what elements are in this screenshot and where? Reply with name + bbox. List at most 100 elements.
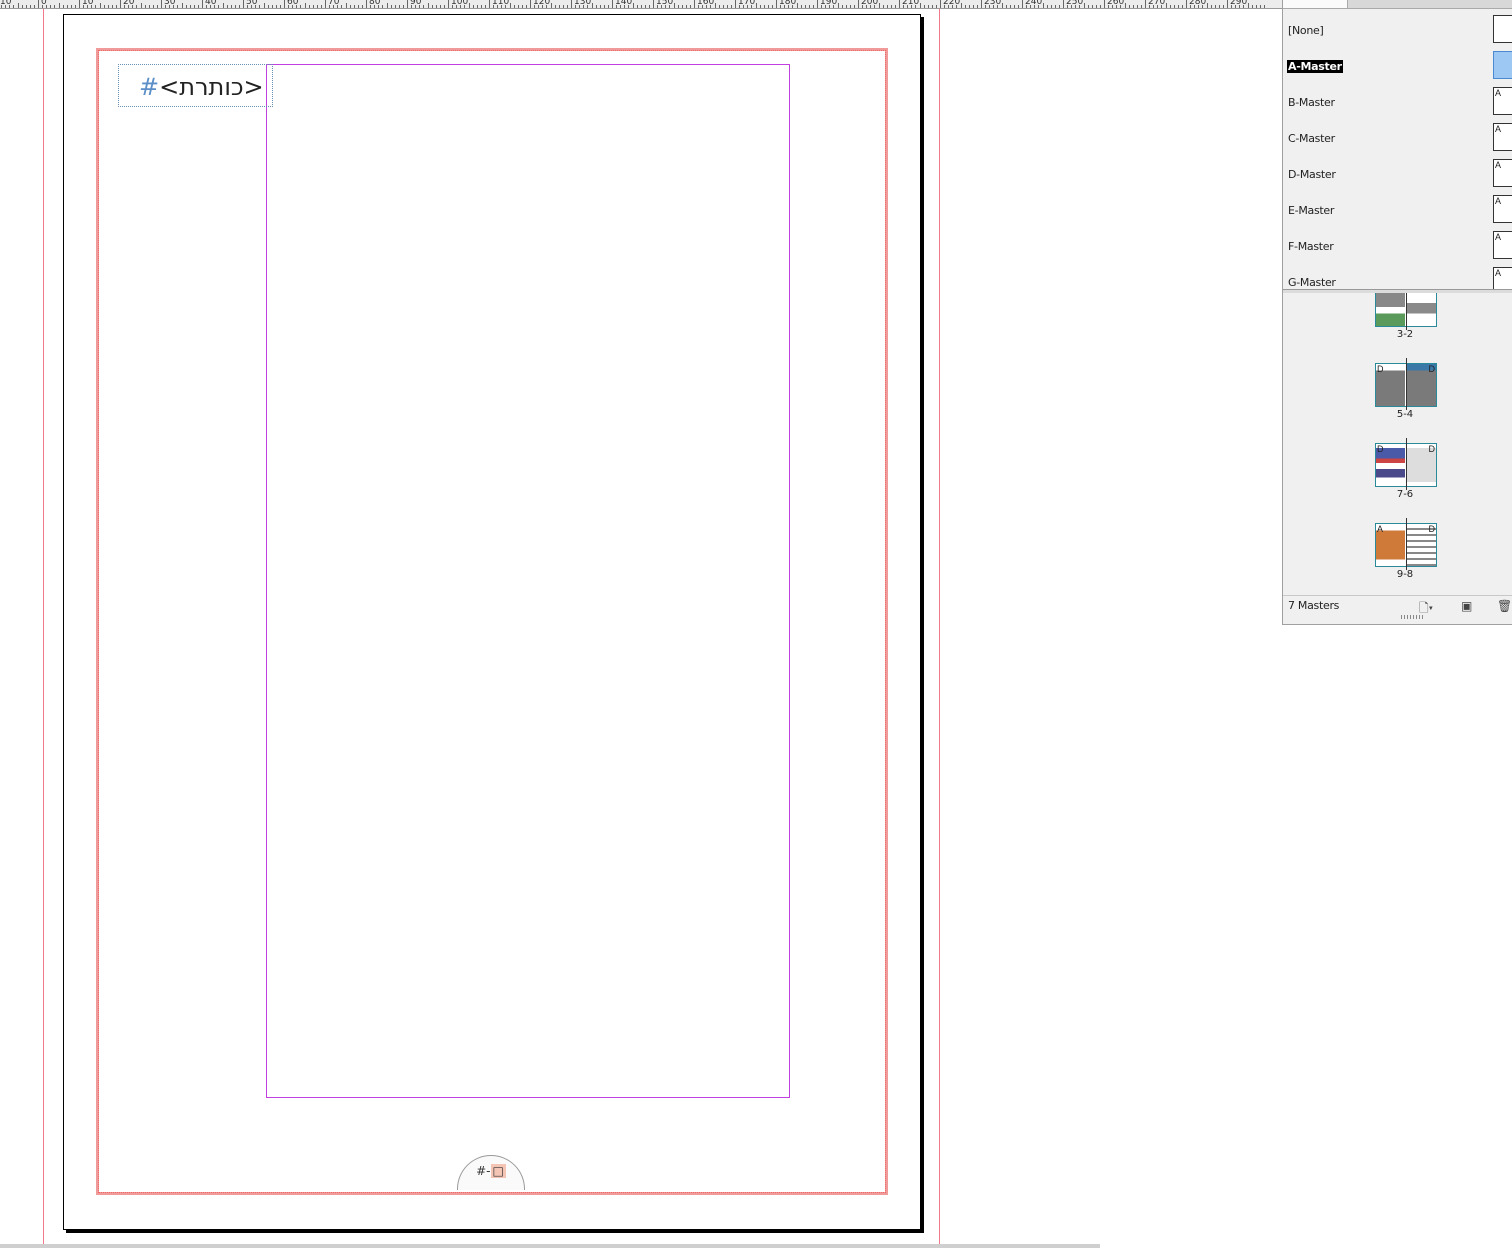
title-placeholder[interactable]: #<כותרת> xyxy=(139,73,264,101)
ruler-minor-tick xyxy=(107,5,109,8)
spread-image[interactable]: D xyxy=(1375,293,1437,330)
ruler-minor-tick xyxy=(632,3,634,8)
ruler-minor-tick xyxy=(1046,5,1048,8)
ruler-minor-tick xyxy=(767,5,769,8)
trash-icon[interactable]: 🗑 xyxy=(1497,599,1512,613)
title-text-frame[interactable]: #<כותרת> xyxy=(118,64,273,107)
ruler-minor-tick xyxy=(288,5,290,8)
ruler-minor-tick xyxy=(472,5,474,8)
ruler-minor-tick xyxy=(722,5,724,8)
ruler-minor-tick xyxy=(185,5,187,8)
master-item[interactable]: [None] xyxy=(1283,11,1512,47)
ruler-minor-tick xyxy=(152,5,154,8)
ruler-minor-tick xyxy=(115,5,117,8)
ruler-minor-tick xyxy=(566,5,568,8)
bleed-guide-left xyxy=(43,9,44,1244)
spread-label: 3-2 xyxy=(1396,329,1414,340)
panel-resize-grip[interactable] xyxy=(1401,615,1425,619)
ruler-minor-tick xyxy=(1136,5,1138,8)
tab-pages[interactable] xyxy=(1283,0,1348,8)
ruler-minor-tick xyxy=(333,5,335,8)
master-item[interactable]: G-Master A xyxy=(1283,263,1512,289)
right-page-thumb[interactable] xyxy=(1407,293,1436,326)
horizontal-ruler[interactable]: 10 0 10 20 30 40 50 60 70 80 90 100 110 120 130 140 150 1… xyxy=(0,0,1282,9)
ruler-major-tick xyxy=(1186,0,1187,8)
spread-image[interactable]: AD xyxy=(1375,518,1437,570)
master-thumbnail[interactable] xyxy=(1493,51,1512,79)
master-item[interactable]: C-Master A xyxy=(1283,119,1512,155)
ruler-minor-tick xyxy=(218,5,220,8)
left-page-thumb[interactable] xyxy=(1376,293,1405,326)
ruler-minor-tick xyxy=(739,5,741,8)
master-item[interactable]: A-Master xyxy=(1283,47,1512,83)
master-thumbnail[interactable]: A xyxy=(1493,231,1512,259)
ruler-major-tick xyxy=(161,0,162,8)
master-thumbnail[interactable]: A xyxy=(1493,267,1512,289)
masters-list: [None] A-Master B-Master A C-Master A D-Master… xyxy=(1283,9,1512,289)
master-item[interactable]: D-Master A xyxy=(1283,155,1512,191)
ruler-minor-tick xyxy=(390,5,392,8)
ruler-minor-tick xyxy=(456,5,458,8)
ruler-minor-tick xyxy=(1239,5,1241,8)
ruler-minor-tick xyxy=(702,5,704,8)
master-thumbnail[interactable]: A xyxy=(1493,123,1512,151)
spread-image[interactable]: DD xyxy=(1375,438,1437,490)
left-master-letter: D xyxy=(1377,364,1384,374)
ruler-minor-tick xyxy=(1181,5,1183,8)
new-page-icon[interactable]: ▣ xyxy=(1461,599,1472,613)
master-thumbnail[interactable] xyxy=(1493,15,1512,43)
ruler-minor-tick xyxy=(1091,5,1093,8)
master-item[interactable]: B-Master A xyxy=(1283,83,1512,119)
spread-thumbnail[interactable]: A D 9-8 xyxy=(1375,518,1437,580)
ruler-minor-tick xyxy=(1013,5,1015,8)
ruler-minor-tick xyxy=(398,5,400,8)
master-thumbnail[interactable]: A xyxy=(1493,159,1512,187)
ruler-minor-tick xyxy=(1026,5,1028,8)
ruler-minor-tick xyxy=(706,5,708,8)
ruler-minor-tick xyxy=(1206,3,1208,8)
ruler-minor-tick xyxy=(9,5,11,8)
ruler-minor-tick xyxy=(431,5,433,8)
ruler-minor-tick xyxy=(599,5,601,8)
ruler-minor-tick xyxy=(915,5,917,8)
ruler-minor-tick xyxy=(386,3,388,8)
master-thumbnail[interactable]: A xyxy=(1493,87,1512,115)
text-column-frame[interactable] xyxy=(266,64,790,1098)
master-name: B-Master xyxy=(1288,96,1335,109)
ruler-minor-tick xyxy=(968,5,970,8)
ruler-minor-tick xyxy=(357,5,359,8)
ruler-minor-tick xyxy=(193,5,195,8)
ruler-minor-tick xyxy=(944,5,946,8)
ruler-minor-tick xyxy=(866,5,868,8)
ruler-minor-tick xyxy=(989,5,991,8)
spread-spine xyxy=(1406,358,1407,410)
ruler-major-tick xyxy=(1063,0,1064,8)
spread-thumbnail[interactable]: D D 7-6 xyxy=(1375,438,1437,500)
ruler-minor-tick xyxy=(1050,5,1052,8)
ruler-minor-tick xyxy=(714,3,716,8)
ruler-minor-tick xyxy=(784,5,786,8)
document-canvas[interactable]: #<כותרת> #- □ xyxy=(0,9,1282,1244)
spread-spine xyxy=(1406,518,1407,570)
spread-thumbnail[interactable]: D 3-2 xyxy=(1375,293,1437,340)
master-item[interactable]: F-Master A xyxy=(1283,227,1512,263)
horizontal-scrollbar[interactable] xyxy=(0,1244,1100,1248)
right-master-letter: D xyxy=(1428,524,1436,534)
spread-spine xyxy=(1406,293,1407,330)
spread-thumbnail[interactable]: D D 5-4 xyxy=(1375,358,1437,420)
master-thumbnail[interactable]: A xyxy=(1493,195,1512,223)
ruler-minor-tick xyxy=(320,5,322,8)
ruler-minor-tick xyxy=(698,5,700,8)
ruler-minor-tick xyxy=(525,5,527,8)
master-name: F-Master xyxy=(1288,240,1334,253)
ruler-minor-tick xyxy=(1030,5,1032,8)
ruler-minor-tick xyxy=(21,5,23,8)
master-item[interactable]: E-Master A xyxy=(1283,191,1512,227)
ruler-minor-tick xyxy=(1005,5,1007,8)
ruler-minor-tick xyxy=(144,5,146,8)
ruler-minor-tick xyxy=(25,5,27,8)
ruler-major-tick xyxy=(899,0,900,8)
spread-image[interactable]: DD xyxy=(1375,358,1437,410)
ruler-minor-tick xyxy=(103,5,105,8)
ruler-minor-tick xyxy=(796,3,798,8)
